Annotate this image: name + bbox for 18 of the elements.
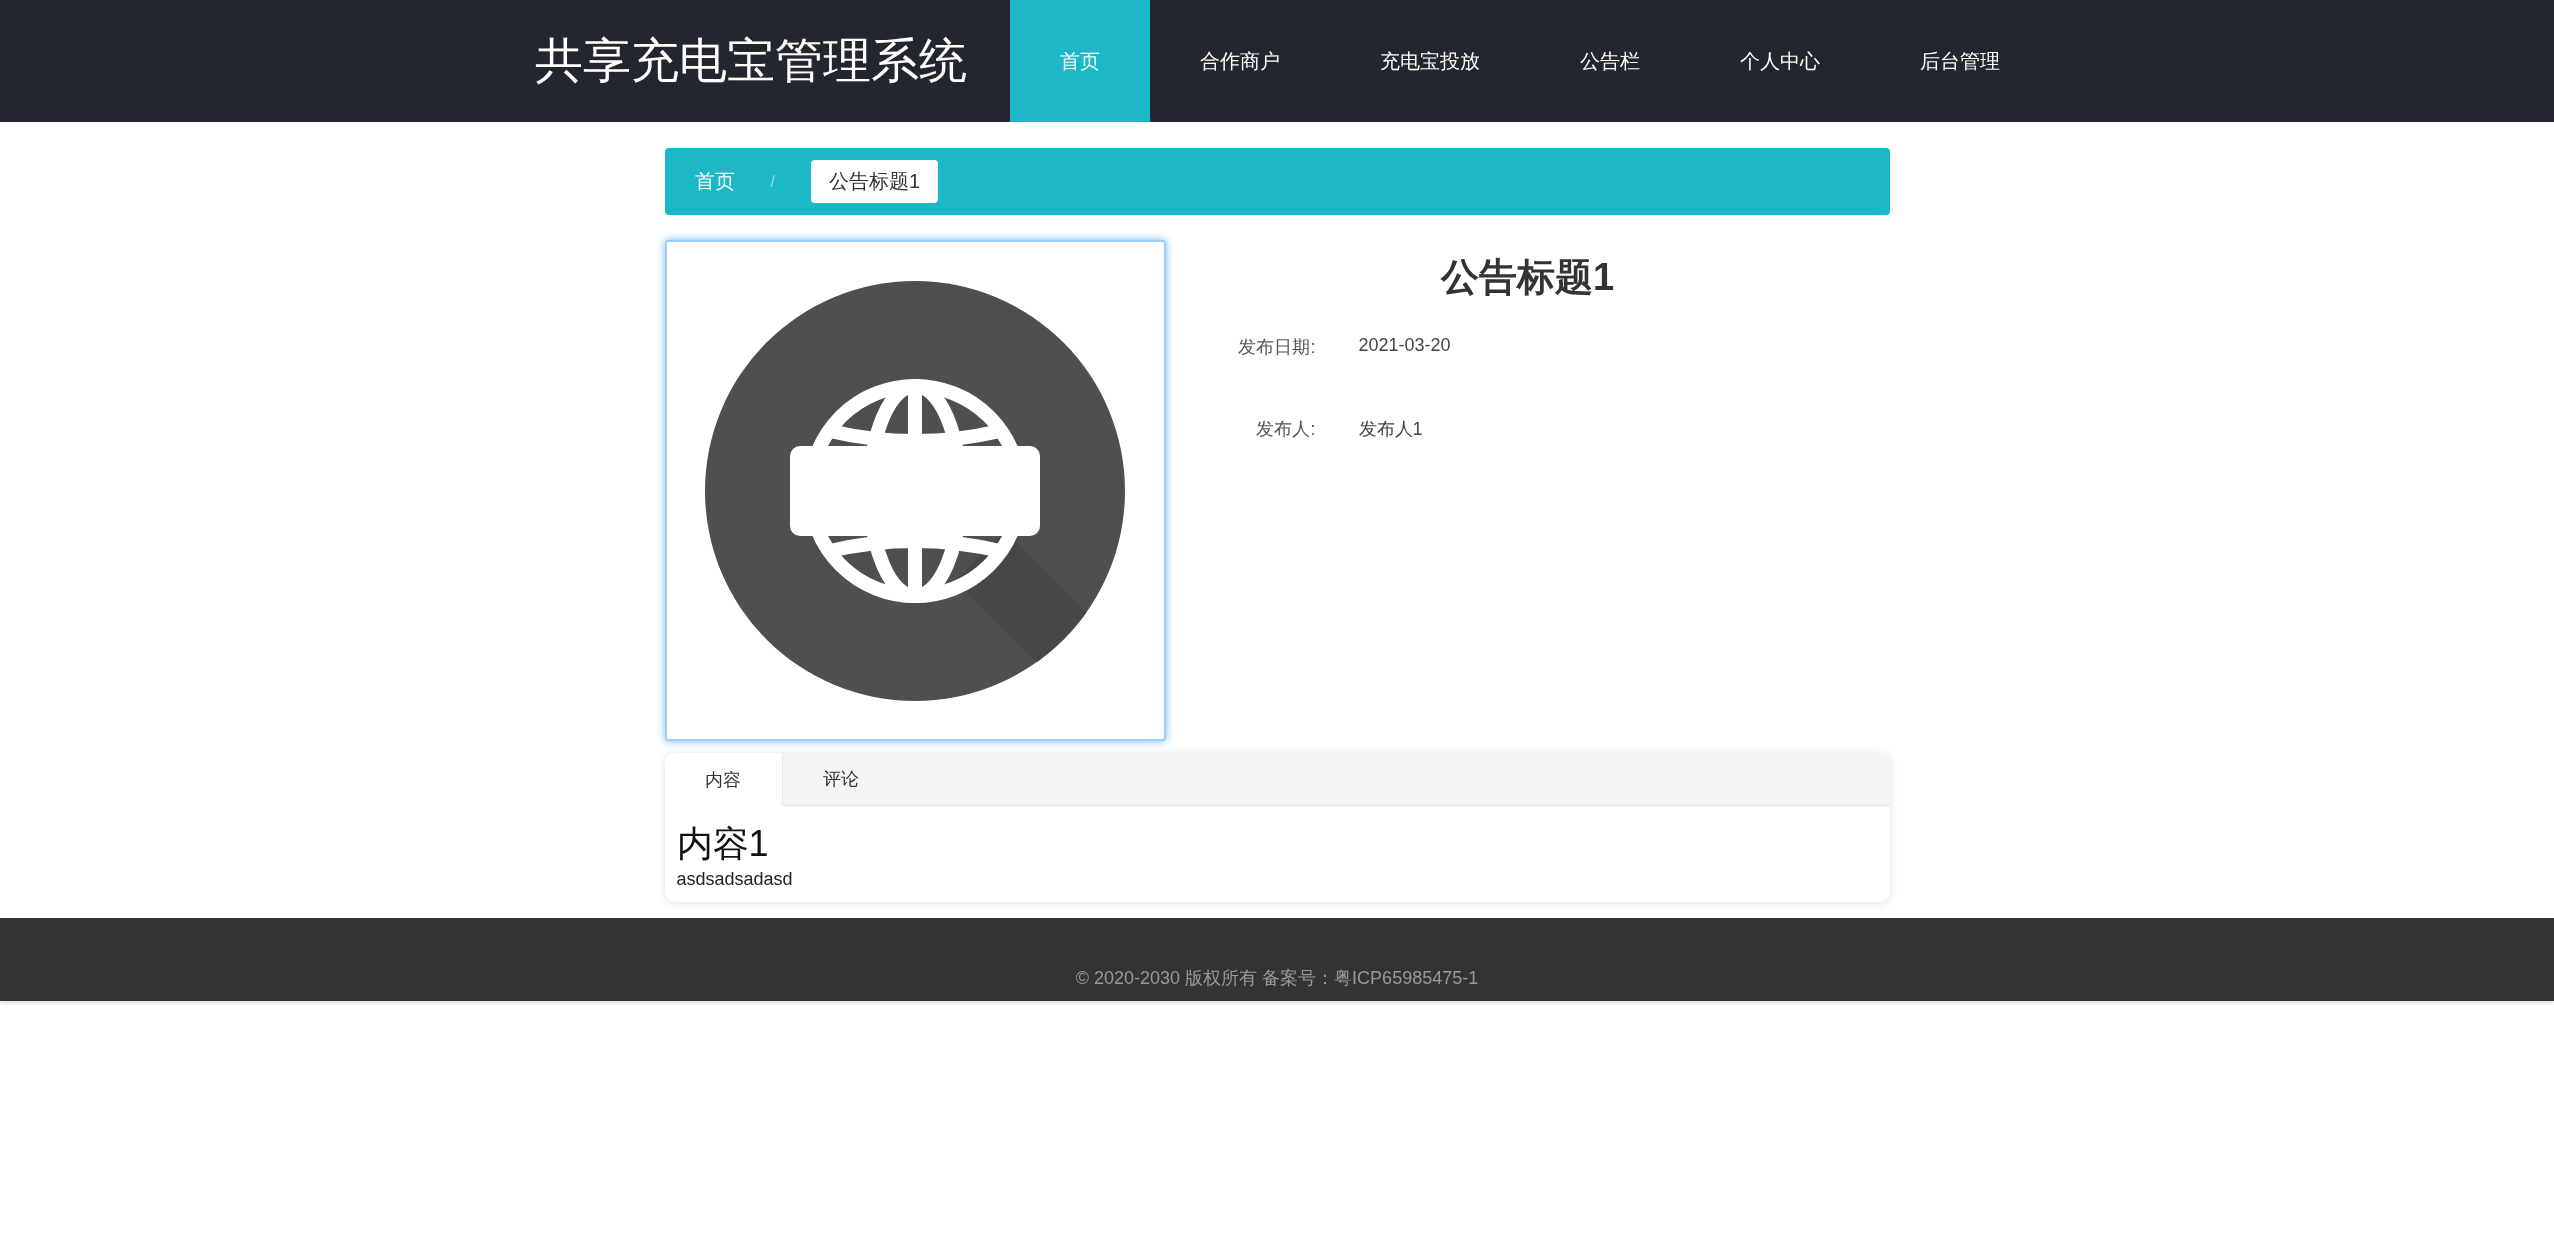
nav-link[interactable]: 公告栏	[1530, 0, 1690, 122]
field-value: 发布人1	[1358, 418, 1424, 441]
content-heading: 内容1	[676, 822, 770, 866]
field-label: 发布人:	[1255, 418, 1316, 441]
nav-link[interactable]: 充电宝投放	[1330, 0, 1530, 122]
nav-link[interactable]: 合作商户	[1150, 0, 1330, 122]
breadcrumb-separator: /	[770, 172, 775, 191]
content-text: asdsadsadasd	[676, 869, 794, 890]
copyright-text: © 2020-2030 版权所有 备案号：粤ICP65985475-1	[1074, 967, 1480, 990]
breadcrumb-current[interactable]: 公告标题1	[810, 160, 939, 203]
field-value: 2021-03-20	[1358, 335, 1452, 357]
site-logo: 共享充电宝管理系统	[535, 33, 968, 89]
field-label: 发布日期:	[1237, 336, 1316, 359]
notice-title: 公告标题1	[1439, 255, 1616, 300]
nav-link[interactable]: 后台管理	[1870, 0, 2050, 122]
nav-link[interactable]: 个人中心	[1690, 0, 1870, 122]
tab[interactable]: 评论	[782, 753, 900, 805]
tab[interactable]: 内容	[664, 753, 783, 806]
